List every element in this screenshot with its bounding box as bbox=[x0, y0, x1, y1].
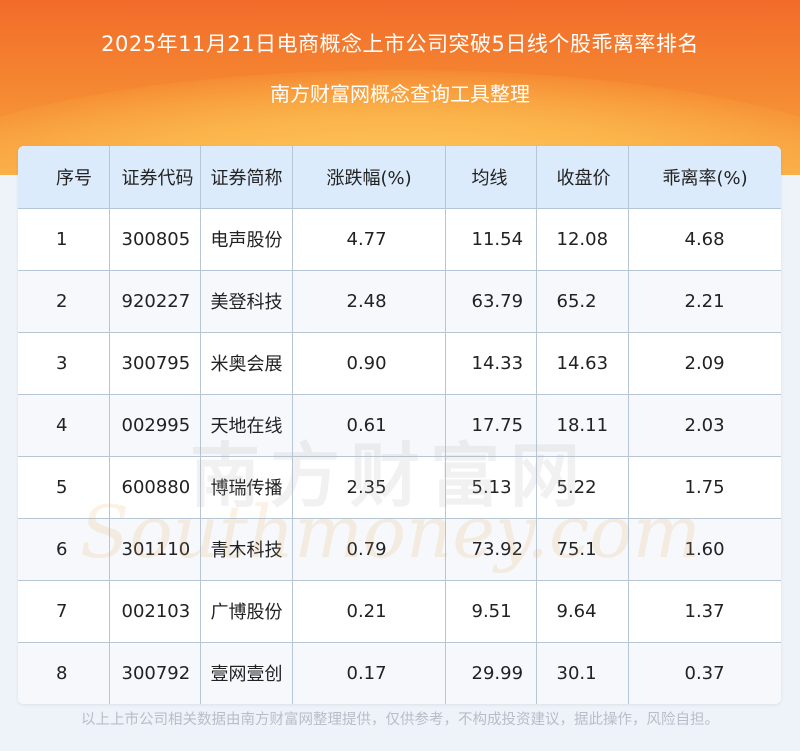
cell-close: 9.64 bbox=[536, 580, 629, 643]
cell-ma: 11.54 bbox=[445, 208, 537, 271]
cell-close: 12.08 bbox=[536, 208, 629, 271]
cell-change: 0.61 bbox=[292, 394, 446, 457]
cell-code: 300792 bbox=[109, 642, 201, 704]
cell-bias: 4.68 bbox=[628, 208, 781, 271]
page-subtitle: 南方财富网概念查询工具整理 bbox=[270, 82, 530, 106]
cell-code: 002103 bbox=[109, 580, 201, 643]
column-header-change: 涨跌幅(%) bbox=[292, 146, 446, 209]
cell-rank: 4 bbox=[18, 394, 110, 457]
cell-name: 米奥会展 bbox=[200, 332, 293, 395]
column-header-close: 收盘价 bbox=[536, 146, 629, 209]
cell-change: 4.77 bbox=[292, 208, 446, 271]
table-row: 1 300805 电声股份 4.77 11.54 12.08 4.68 bbox=[18, 208, 781, 271]
cell-close: 65.2 bbox=[536, 270, 629, 333]
cell-name: 电声股份 bbox=[200, 208, 293, 271]
column-header-rank: 序号 bbox=[18, 146, 110, 209]
footer-disclaimer: 以上上市公司相关数据由南方财富网整理提供，仅供参考，不构成投资建议，据此操作，风… bbox=[81, 712, 719, 728]
cell-name: 青木科技 bbox=[200, 518, 293, 581]
cell-bias: 1.75 bbox=[628, 456, 781, 519]
cell-change: 0.21 bbox=[292, 580, 446, 643]
cell-ma: 63.79 bbox=[445, 270, 537, 333]
cell-bias: 1.60 bbox=[628, 518, 781, 581]
cell-close: 14.63 bbox=[536, 332, 629, 395]
cell-change: 2.48 bbox=[292, 270, 446, 333]
table-row: 2 920227 美登科技 2.48 63.79 65.2 2.21 bbox=[18, 270, 781, 333]
cell-bias: 2.21 bbox=[628, 270, 781, 333]
cell-ma: 5.13 bbox=[445, 456, 537, 519]
cell-name: 天地在线 bbox=[200, 394, 293, 457]
cell-bias: 1.37 bbox=[628, 580, 781, 643]
column-header-bias: 乖离率(%) bbox=[628, 146, 781, 209]
table-header-row: 序号 证券代码 证券简称 涨跌幅(%) 均线 收盘价 乖离率(%) bbox=[18, 146, 781, 209]
cell-code: 300795 bbox=[109, 332, 201, 395]
cell-close: 5.22 bbox=[536, 456, 629, 519]
column-header-name: 证券简称 bbox=[200, 146, 293, 209]
cell-code: 301110 bbox=[109, 518, 201, 581]
cell-code: 300805 bbox=[109, 208, 201, 271]
cell-rank: 7 bbox=[18, 580, 110, 643]
cell-ma: 29.99 bbox=[445, 642, 537, 704]
cell-rank: 2 bbox=[18, 270, 110, 333]
cell-ma: 14.33 bbox=[445, 332, 537, 395]
table-row: 7 002103 广博股份 0.21 9.51 9.64 1.37 bbox=[18, 580, 781, 643]
cell-ma: 73.92 bbox=[445, 518, 537, 581]
cell-bias: 2.09 bbox=[628, 332, 781, 395]
cell-change: 2.35 bbox=[292, 456, 446, 519]
page-title: 2025年11月21日电商概念上市公司突破5日线个股乖离率排名 bbox=[101, 32, 699, 56]
cell-ma: 9.51 bbox=[445, 580, 537, 643]
cell-change: 0.79 bbox=[292, 518, 446, 581]
cell-change: 0.17 bbox=[292, 642, 446, 704]
cell-code: 002995 bbox=[109, 394, 201, 457]
cell-rank: 1 bbox=[18, 208, 110, 271]
cell-rank: 3 bbox=[18, 332, 110, 395]
table-row: 8 300792 壹网壹创 0.17 29.99 30.1 0.37 bbox=[18, 642, 781, 704]
cell-rank: 8 bbox=[18, 642, 110, 704]
column-header-ma: 均线 bbox=[445, 146, 537, 209]
cell-close: 18.11 bbox=[536, 394, 629, 457]
table-row: 4 002995 天地在线 0.61 17.75 18.11 2.03 bbox=[18, 394, 781, 457]
cell-change: 0.90 bbox=[292, 332, 446, 395]
cell-close: 30.1 bbox=[536, 642, 629, 704]
table-row: 6 301110 青木科技 0.79 73.92 75.1 1.60 bbox=[18, 518, 781, 581]
table-row: 3 300795 米奥会展 0.90 14.33 14.63 2.09 bbox=[18, 332, 781, 395]
cell-rank: 5 bbox=[18, 456, 110, 519]
cell-bias: 0.37 bbox=[628, 642, 781, 704]
cell-name: 广博股份 bbox=[200, 580, 293, 643]
cell-name: 博瑞传播 bbox=[200, 456, 293, 519]
cell-code: 920227 bbox=[109, 270, 201, 333]
column-header-code: 证券代码 bbox=[109, 146, 201, 209]
cell-name: 壹网壹创 bbox=[200, 642, 293, 704]
ranking-table: 序号 证券代码 证券简称 涨跌幅(%) 均线 收盘价 乖离率(%) 1 30080… bbox=[18, 146, 781, 704]
cell-code: 600880 bbox=[109, 456, 201, 519]
cell-name: 美登科技 bbox=[200, 270, 293, 333]
cell-ma: 17.75 bbox=[445, 394, 537, 457]
table-row: 5 600880 博瑞传播 2.35 5.13 5.22 1.75 bbox=[18, 456, 781, 519]
cell-rank: 6 bbox=[18, 518, 110, 581]
cell-bias: 2.03 bbox=[628, 394, 781, 457]
ranking-table-card: 序号 证券代码 证券简称 涨跌幅(%) 均线 收盘价 乖离率(%) 1 30080… bbox=[18, 146, 781, 704]
cell-close: 75.1 bbox=[536, 518, 629, 581]
